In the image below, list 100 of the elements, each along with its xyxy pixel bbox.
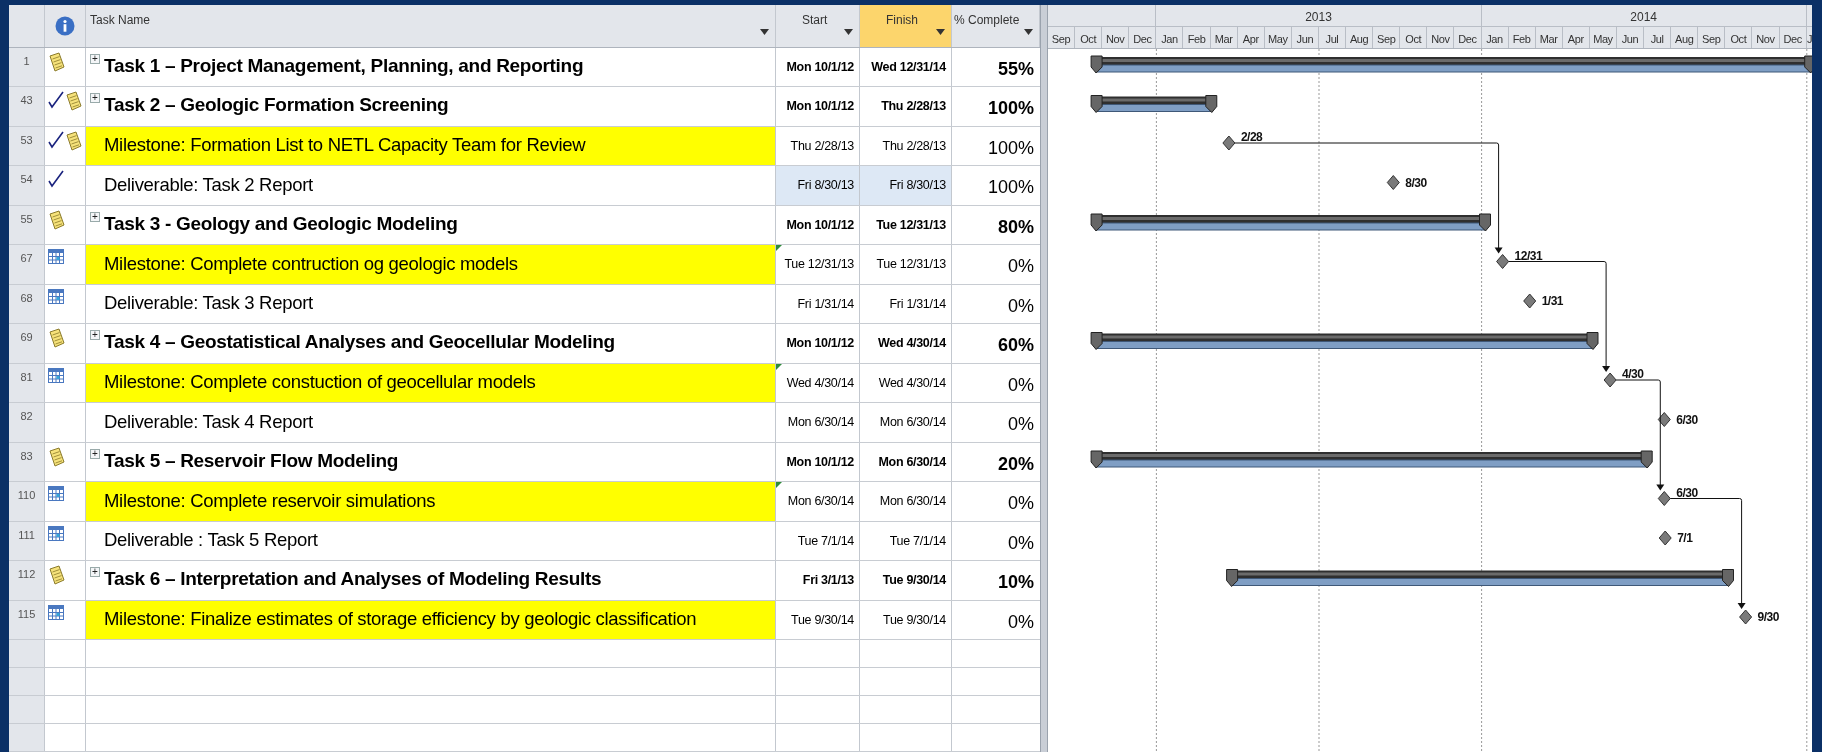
milestone-diamond[interactable]	[1657, 412, 1671, 427]
percent-complete: 0%	[1008, 493, 1034, 513]
expand-toggle[interactable]: +	[90, 330, 100, 340]
task-name: Task 2 – Geologic Formation Screening	[104, 93, 449, 117]
finish-date: Fri 8/30/13	[889, 178, 946, 192]
row-number: 55	[20, 212, 33, 225]
month-label: Jul	[1325, 33, 1339, 45]
task-name: Milestone: Complete contruction og geologic models	[104, 251, 518, 276]
expand-toggle[interactable]: +	[90, 53, 100, 64]
percent-complete: 0%	[1008, 532, 1034, 553]
start-date: Wed 4/30/14	[786, 375, 854, 390]
milestone-diamond[interactable]	[1603, 372, 1617, 388]
row-number: 54	[20, 173, 33, 185]
dropdown-icon[interactable]	[760, 29, 769, 35]
finish-date: Mon 6/30/14	[879, 415, 946, 429]
month-label: Jul	[1650, 33, 1664, 45]
finish-date: Wed 4/30/14	[877, 336, 946, 350]
date-label: 7/1	[1677, 531, 1693, 545]
column-header[interactable]: Task Name	[86, 5, 776, 47]
task-name: Deliverable: Task 2 Report	[104, 172, 313, 197]
finish-date: Wed 12/31/14	[871, 59, 946, 74]
row-number: 112	[17, 568, 36, 580]
task-name: Deliverable: Task 3 Report	[104, 291, 313, 316]
row-number: 111	[18, 528, 35, 541]
row-number: 67	[20, 252, 33, 264]
dropdown-icon[interactable]	[844, 29, 853, 35]
summary-bar[interactable]	[1090, 332, 1599, 350]
milestone-diamond[interactable]	[1658, 530, 1672, 546]
expand-toggle[interactable]: +	[90, 93, 100, 103]
month-label: Jun	[1621, 33, 1639, 45]
percent-complete: 0%	[1008, 256, 1034, 276]
start-date: Tue 9/30/14	[791, 612, 854, 627]
expand-toggle[interactable]: +	[90, 211, 100, 222]
column-header[interactable]: Finish	[860, 5, 952, 47]
month-label: Jan	[1486, 33, 1503, 45]
percent-complete: 60%	[997, 335, 1034, 355]
month-label: Sep	[1051, 33, 1071, 45]
date-label: 1/31	[1541, 294, 1564, 308]
percent-complete: 55%	[997, 58, 1034, 79]
month-label: Feb	[1187, 33, 1206, 45]
start-date: Tue 12/31/13	[784, 257, 854, 271]
start-date: Mon 10/1/12	[786, 217, 854, 232]
milestone-diamond[interactable]	[1657, 491, 1671, 506]
date-label: 4/30	[1622, 367, 1644, 381]
finish-date: Tue 9/30/14	[882, 573, 946, 587]
finish-date: Tue 12/31/13	[876, 257, 946, 271]
start-date: Thu 2/28/13	[790, 138, 854, 153]
start-date: Mon 6/30/14	[787, 415, 854, 429]
percent-complete: 10%	[997, 572, 1034, 592]
finish-date: Mon 6/30/14	[878, 454, 946, 469]
percent-complete: 80%	[997, 216, 1034, 237]
milestone-diamond[interactable]	[1222, 135, 1236, 151]
percent-complete: 0%	[1008, 374, 1034, 395]
expand-toggle[interactable]: +	[90, 448, 100, 459]
year-label: 2014	[1630, 10, 1657, 24]
task-name: Deliverable: Task 4 Report	[104, 409, 313, 434]
month-label: Feb	[1512, 33, 1531, 45]
dropdown-icon[interactable]	[1024, 29, 1033, 35]
summary-bar[interactable]	[1090, 55, 1812, 74]
row-number: 69	[20, 331, 33, 343]
month-label: Sep	[1702, 33, 1721, 45]
month-label: Jun	[1296, 33, 1314, 45]
start-date: Fri 1/31/14	[797, 296, 854, 311]
finish-date: Tue 7/1/14	[889, 533, 946, 548]
expand-toggle[interactable]: +	[90, 567, 100, 577]
month-label: Dec	[1133, 33, 1152, 45]
month-label: Oct	[1730, 33, 1747, 45]
finish-date: Mon 6/30/14	[879, 494, 946, 508]
finish-date: Wed 4/30/14	[878, 375, 946, 390]
summary-bar[interactable]	[1090, 213, 1491, 232]
milestone-diamond[interactable]	[1739, 609, 1753, 625]
milestone-diamond[interactable]	[1523, 293, 1537, 309]
summary-bar[interactable]	[1090, 95, 1218, 113]
start-date: Fri 8/30/13	[797, 178, 854, 192]
month-label: Apr	[1242, 33, 1259, 45]
dropdown-icon[interactable]	[936, 29, 945, 35]
start-date: Mon 10/1/12	[786, 59, 854, 74]
month-label: Dec	[1783, 33, 1802, 45]
start-date: Mon 10/1/12	[786, 336, 854, 350]
month-label: Aug	[1675, 33, 1694, 45]
start-date: Mon 10/1/12	[786, 454, 854, 469]
milestone-diamond[interactable]	[1386, 175, 1400, 190]
summary-bar[interactable]	[1090, 450, 1653, 469]
month-label: Dec	[1458, 33, 1477, 45]
task-name: Task 6 – Interpretation and Analyses of Modeling Results	[104, 567, 602, 591]
date-label: 12/31	[1514, 248, 1543, 263]
finish-date: Thu 2/28/13	[881, 99, 946, 113]
milestone-diamond[interactable]	[1496, 254, 1510, 269]
start-date: Mon 10/1/12	[786, 99, 854, 113]
task-name: Milestone: Formation List to NETL Capacity Team for Review	[104, 133, 586, 158]
row-number: 53	[20, 133, 33, 146]
date-label: 6/30	[1676, 412, 1698, 427]
row-number: 115	[17, 607, 36, 620]
percent-complete: 100%	[987, 177, 1034, 197]
summary-bar[interactable]	[1226, 569, 1734, 587]
task-name: Task 1 – Project Management, Planning, and Reporting	[104, 53, 584, 78]
date-label: 9/30	[1757, 610, 1779, 624]
month-label: Oct	[1405, 33, 1422, 45]
percent-complete: 0%	[1008, 414, 1034, 434]
row-number: 82	[20, 410, 33, 422]
